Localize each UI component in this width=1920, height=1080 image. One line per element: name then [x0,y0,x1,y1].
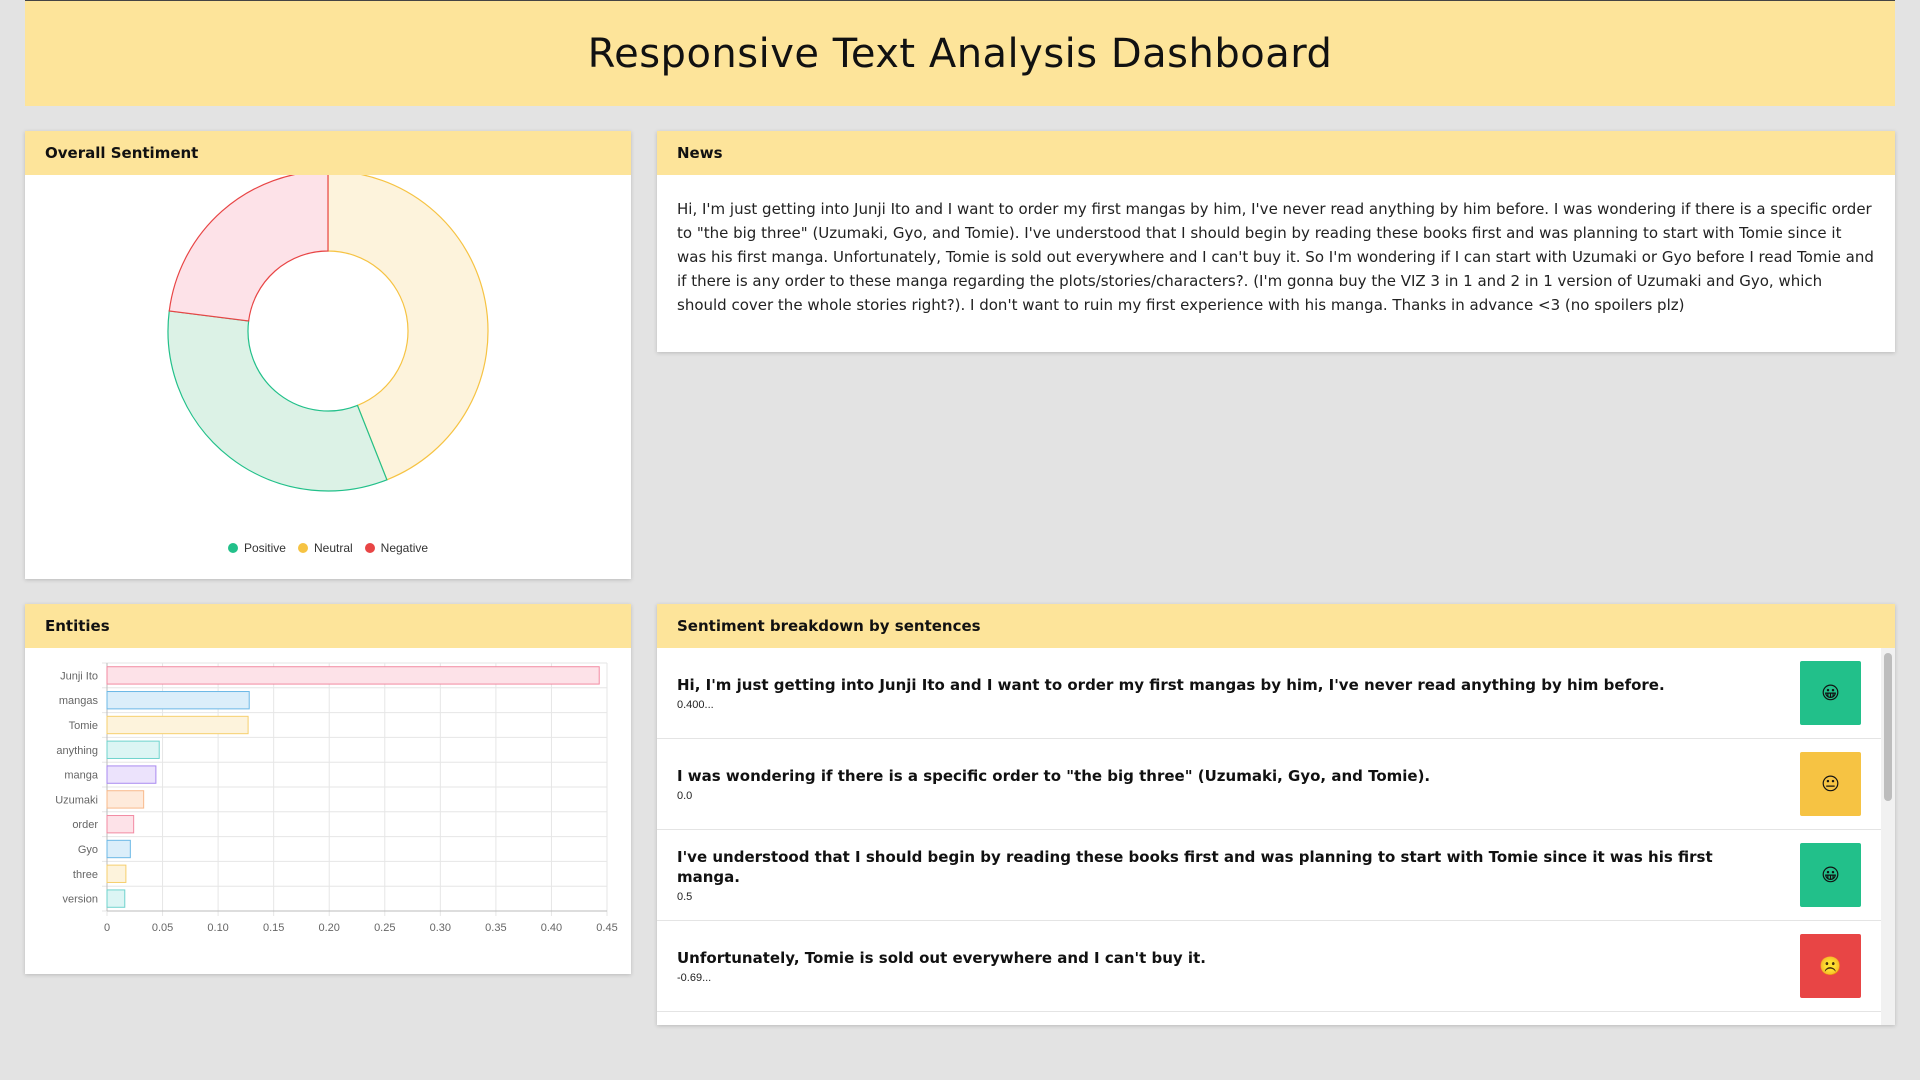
x-tick-label: 0.35 [485,922,506,934]
sentence-text: I was wondering if there is a specific o… [677,767,1431,785]
y-tick-label: mangas [59,695,99,707]
y-tick-label: Uzumaki [55,794,98,806]
entity-bar-gyo[interactable] [106,839,131,859]
y-tick-label: manga [64,770,99,782]
x-tick-label: 0.30 [430,922,451,934]
x-tick-label: 0.20 [319,922,340,934]
breakdown-text: Hi, I'm just getting into Junji Ito and … [677,675,1780,711]
overall-sentiment-card: Overall Sentiment Positive Neutral Negativ… [25,131,631,579]
legend-item-neutral[interactable]: Neutral [297,541,353,555]
entity-bar-anything[interactable] [106,740,160,759]
y-tick-label: order [72,819,98,831]
x-tick-label: 0.45 [596,922,617,934]
legend-label: Negative [380,541,429,555]
entity-bar-order[interactable] [106,815,135,834]
y-tick-label: Tomie [69,720,98,732]
entities-title: Entities [25,604,631,648]
x-tick-label: 0.25 [374,922,395,934]
entities-card: Entities 0 0.05 0.10 0.15 0.20 0.25 0.30 0.35 0.… [25,604,631,974]
sentiment-legend: Positive Neutral Negative [25,541,631,555]
breakdown-text: I was wondering if there is a specific o… [677,766,1780,802]
breakdown-row: I've understood that I should begin by r… [657,830,1881,921]
sentiment-doughnut-chart [167,170,489,492]
dashboard-header: Responsive Text Analysis Dashboard [25,0,1895,106]
positive-face-icon: 😀 [1800,661,1861,725]
news-title: News [657,131,1895,175]
breakdown-list[interactable]: Hi, I'm just getting into Junji Ito and … [657,648,1881,1025]
sentence-text: Unfortunately, Tomie is sold out everywh… [677,949,1206,967]
entity-bar-manga[interactable] [106,765,157,784]
breakdown-scrollbar[interactable] [1881,648,1895,1025]
overall-sentiment-title: Overall Sentiment [25,131,631,175]
sentence-score: -0.69... [677,972,712,984]
breakdown-row: I was wondering if there is a specific o… [657,739,1881,830]
sentence-score: 0.0 [677,790,693,802]
entities-bar-chart: 0 0.05 0.10 0.15 0.20 0.25 0.30 0.35 0.40 0.45 Jun… [55,662,618,934]
y-tick-label: Junji Ito [60,670,98,682]
doughnut-slice-positive[interactable] [167,310,388,492]
entity-bar-version[interactable] [106,889,126,908]
y-tick-label: anything [56,745,98,757]
positive-face-icon: 😀 [1800,843,1861,907]
entity-bar-three[interactable] [106,864,127,883]
y-tick-label: Gyo [78,844,98,856]
scrollbar-thumb[interactable] [1884,653,1892,801]
breakdown-row: Unfortunately, Tomie is sold out everywh… [657,921,1881,1012]
legend-dot [364,543,375,553]
entity-bar-junji-ito[interactable] [106,666,600,685]
sentence-score: 0.5 [677,891,693,903]
sentence-text: Hi, I'm just getting into Junji Ito and … [677,676,1665,694]
doughnut-slice-negative[interactable] [168,170,329,322]
breakdown-text: I've understood that I should begin by r… [677,847,1780,903]
legend-label: Positive [243,541,286,555]
x-tick-label: 0 [104,922,110,934]
legend-label: Neutral [313,541,353,555]
sentence-text: I've understood that I should begin by r… [677,848,1713,886]
page-title: Responsive Text Analysis Dashboard [587,30,1333,77]
breakdown-row: Hi, I'm just getting into Junji Ito and … [657,648,1881,739]
y-tick-label: version [63,894,98,906]
breakdown-text: Unfortunately, Tomie is sold out everywh… [677,948,1780,984]
entity-bar-mangas[interactable] [106,691,250,710]
neutral-face-icon: 😐 [1800,752,1861,816]
x-tick-label: 0.15 [263,922,284,934]
entity-bar-uzumaki[interactable] [106,790,145,809]
sentence-score: 0.400... [677,699,714,711]
x-tick-label: 0.10 [207,922,228,934]
sentence-breakdown-card: Sentiment breakdown by sentences Hi, I'm… [657,604,1895,1025]
news-body: Hi, I'm just getting into Junji Ito and … [677,200,1874,314]
x-tick-label: 0.40 [541,922,562,934]
legend-item-positive[interactable]: Positive [227,541,286,555]
negative-face-icon: ☹️ [1800,934,1861,998]
y-tick-label: three [73,869,98,881]
news-card: News Hi, I'm just getting into Junji Ito… [657,131,1895,352]
legend-dot [227,543,238,553]
x-tick-label: 0.05 [152,922,173,934]
legend-item-negative[interactable]: Negative [364,541,429,555]
legend-dot [297,543,308,553]
breakdown-title: Sentiment breakdown by sentences [657,604,1895,648]
entity-bar-tomie[interactable] [106,715,249,735]
